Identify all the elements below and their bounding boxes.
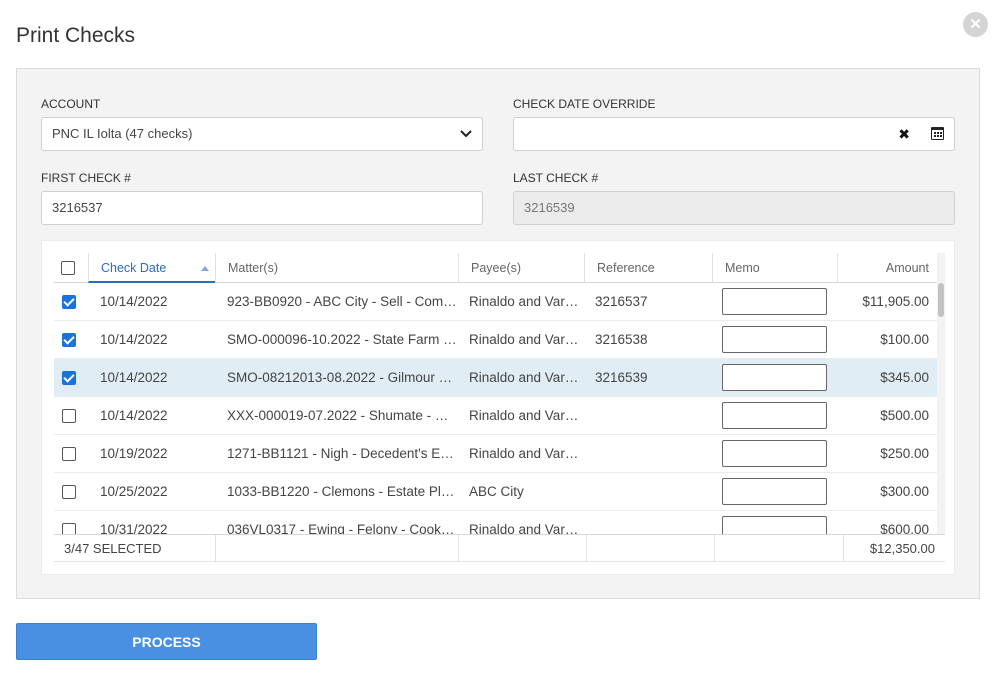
cell-amount: $250.00 xyxy=(880,446,929,461)
select-all-cell xyxy=(54,253,88,283)
row-checkbox[interactable] xyxy=(62,371,76,385)
print-checks-panel: ACCOUNT PNC IL Iolta (47 checks) CHECK D… xyxy=(16,68,980,599)
cell-payee: Rinaldo and Varaday LLC xyxy=(469,294,583,309)
cell-payee: Rinaldo and Varaday LLC xyxy=(469,332,583,347)
grid-scrollbar[interactable] xyxy=(937,253,945,534)
column-header-memo[interactable]: Memo xyxy=(712,253,837,283)
cell-matter: SMO-000096-10.2022 - State Farm Claim xyxy=(227,332,457,347)
grid-footer: 3/47 SELECTED $12,350.00 xyxy=(54,534,945,562)
account-select-value: PNC IL Iolta (47 checks) xyxy=(52,126,193,141)
cell-payee: Rinaldo and Varaday LLC xyxy=(469,446,583,461)
cell-reference: 3216537 xyxy=(595,294,648,309)
cell-reference: 3216539 xyxy=(595,370,648,385)
cell-matter: 036VL0317 - Ewing - Felony - Cook County xyxy=(227,522,457,534)
memo-input[interactable] xyxy=(722,288,827,315)
cell-reference xyxy=(595,435,705,472)
table-row[interactable]: 10/25/2022 1033-BB1220 - Clemons - Estat… xyxy=(54,473,937,511)
row-checkbox[interactable] xyxy=(62,485,76,499)
cell-matter: SMO-08212013-08.2022 - Gilmour Estate xyxy=(227,370,457,385)
cell-amount: $345.00 xyxy=(880,370,929,385)
cell-matter: 1033-BB1220 - Clemons - Estate Planning xyxy=(227,484,457,499)
memo-input[interactable] xyxy=(722,326,827,353)
table-row[interactable]: 10/31/2022 036VL0317 - Ewing - Felony - … xyxy=(54,511,937,534)
cell-matter: XXX-000019-07.2022 - Shumate - Probate xyxy=(227,408,457,423)
cell-payee: Rinaldo and Varaday LLC xyxy=(469,408,583,423)
cell-matter: 1271-BB1121 - Nigh - Decedent's Estate xyxy=(227,446,457,461)
row-checkbox[interactable] xyxy=(62,523,76,534)
cell-check-date: 10/14/2022 xyxy=(100,370,168,385)
table-row[interactable]: 10/14/2022 923-BB0920 - ABC City - Sell … xyxy=(54,283,937,321)
first-check-input[interactable]: 3216537 xyxy=(41,191,483,225)
last-check-label: LAST CHECK # xyxy=(513,171,599,185)
cell-amount: $300.00 xyxy=(880,484,929,499)
cell-amount: $600.00 xyxy=(880,522,929,534)
cell-check-date: 10/19/2022 xyxy=(100,446,168,461)
footer-cell xyxy=(714,535,843,562)
row-checkbox[interactable] xyxy=(62,409,76,423)
table-row[interactable]: 10/19/2022 1271-BB1121 - Nigh - Decedent… xyxy=(54,435,937,473)
cell-matter: 923-BB0920 - ABC City - Sell - Commercia… xyxy=(227,294,457,309)
column-header-amount[interactable]: Amount xyxy=(837,253,937,283)
first-check-value: 3216537 xyxy=(52,200,103,215)
check-date-override-label: CHECK DATE OVERRIDE xyxy=(513,97,656,111)
account-select[interactable]: PNC IL Iolta (47 checks) xyxy=(41,117,483,151)
sort-ascending-icon xyxy=(201,266,209,271)
cell-amount: $11,905.00 xyxy=(862,294,929,309)
row-checkbox[interactable] xyxy=(62,447,76,461)
memo-input[interactable] xyxy=(722,516,827,534)
scrollbar-thumb[interactable] xyxy=(938,283,944,317)
footer-cell xyxy=(458,535,586,562)
clear-date-icon[interactable]: ✖ xyxy=(898,118,910,150)
grid-body: 10/14/2022 923-BB0920 - ABC City - Sell … xyxy=(54,283,937,534)
column-header-payees[interactable]: Payee(s) xyxy=(458,253,584,283)
cell-check-date: 10/25/2022 xyxy=(100,484,168,499)
column-header-check-date[interactable]: Check Date xyxy=(88,253,215,283)
selected-count: 3/47 SELECTED xyxy=(64,541,162,556)
last-check-value: 3216539 xyxy=(524,200,575,215)
close-icon[interactable]: ✕ xyxy=(963,12,988,37)
cell-payee: ABC City xyxy=(469,484,524,499)
check-date-override-input[interactable]: ✖ xyxy=(513,117,955,151)
cell-reference xyxy=(595,473,705,510)
footer-cell xyxy=(215,535,458,562)
footer-total: $12,350.00 xyxy=(843,535,945,562)
memo-input[interactable] xyxy=(722,478,827,505)
cell-check-date: 10/14/2022 xyxy=(100,332,168,347)
cell-reference xyxy=(595,397,705,434)
cell-reference: 3216538 xyxy=(595,332,648,347)
first-check-label: FIRST CHECK # xyxy=(41,171,131,185)
cell-check-date: 10/31/2022 xyxy=(100,522,168,534)
chevron-down-icon xyxy=(460,118,472,161)
cell-check-date: 10/14/2022 xyxy=(100,408,168,423)
memo-input[interactable] xyxy=(722,364,827,391)
cell-reference xyxy=(595,511,705,534)
column-header-matters[interactable]: Matter(s) xyxy=(215,253,458,283)
checks-grid: Check Date Matter(s) Payee(s) Reference … xyxy=(41,240,955,575)
last-check-input: 3216539 xyxy=(513,191,955,225)
footer-cell xyxy=(586,535,714,562)
table-row[interactable]: 10/14/2022 SMO-000096-10.2022 - State Fa… xyxy=(54,321,937,359)
column-header-reference[interactable]: Reference xyxy=(584,253,712,283)
table-row[interactable]: 10/14/2022 XXX-000019-07.2022 - Shumate … xyxy=(54,397,937,435)
memo-input[interactable] xyxy=(722,440,827,467)
cell-check-date: 10/14/2022 xyxy=(100,294,168,309)
account-label: ACCOUNT xyxy=(41,97,101,111)
cell-amount: $100.00 xyxy=(880,332,929,347)
dialog-title: Print Checks xyxy=(16,24,136,47)
select-all-checkbox[interactable] xyxy=(61,261,75,275)
grid-header: Check Date Matter(s) Payee(s) Reference … xyxy=(54,253,937,283)
calendar-icon[interactable] xyxy=(931,127,944,140)
row-checkbox[interactable] xyxy=(62,295,76,309)
cell-amount: $500.00 xyxy=(880,408,929,423)
table-row[interactable]: 10/14/2022 SMO-08212013-08.2022 - Gilmou… xyxy=(54,359,937,397)
cell-payee: Rinaldo and Varaday LLC xyxy=(469,522,583,534)
row-checkbox[interactable] xyxy=(62,333,76,347)
memo-input[interactable] xyxy=(722,402,827,429)
cell-payee: Rinaldo and Varaday LLC xyxy=(469,370,583,385)
process-button[interactable]: PROCESS xyxy=(16,623,317,660)
